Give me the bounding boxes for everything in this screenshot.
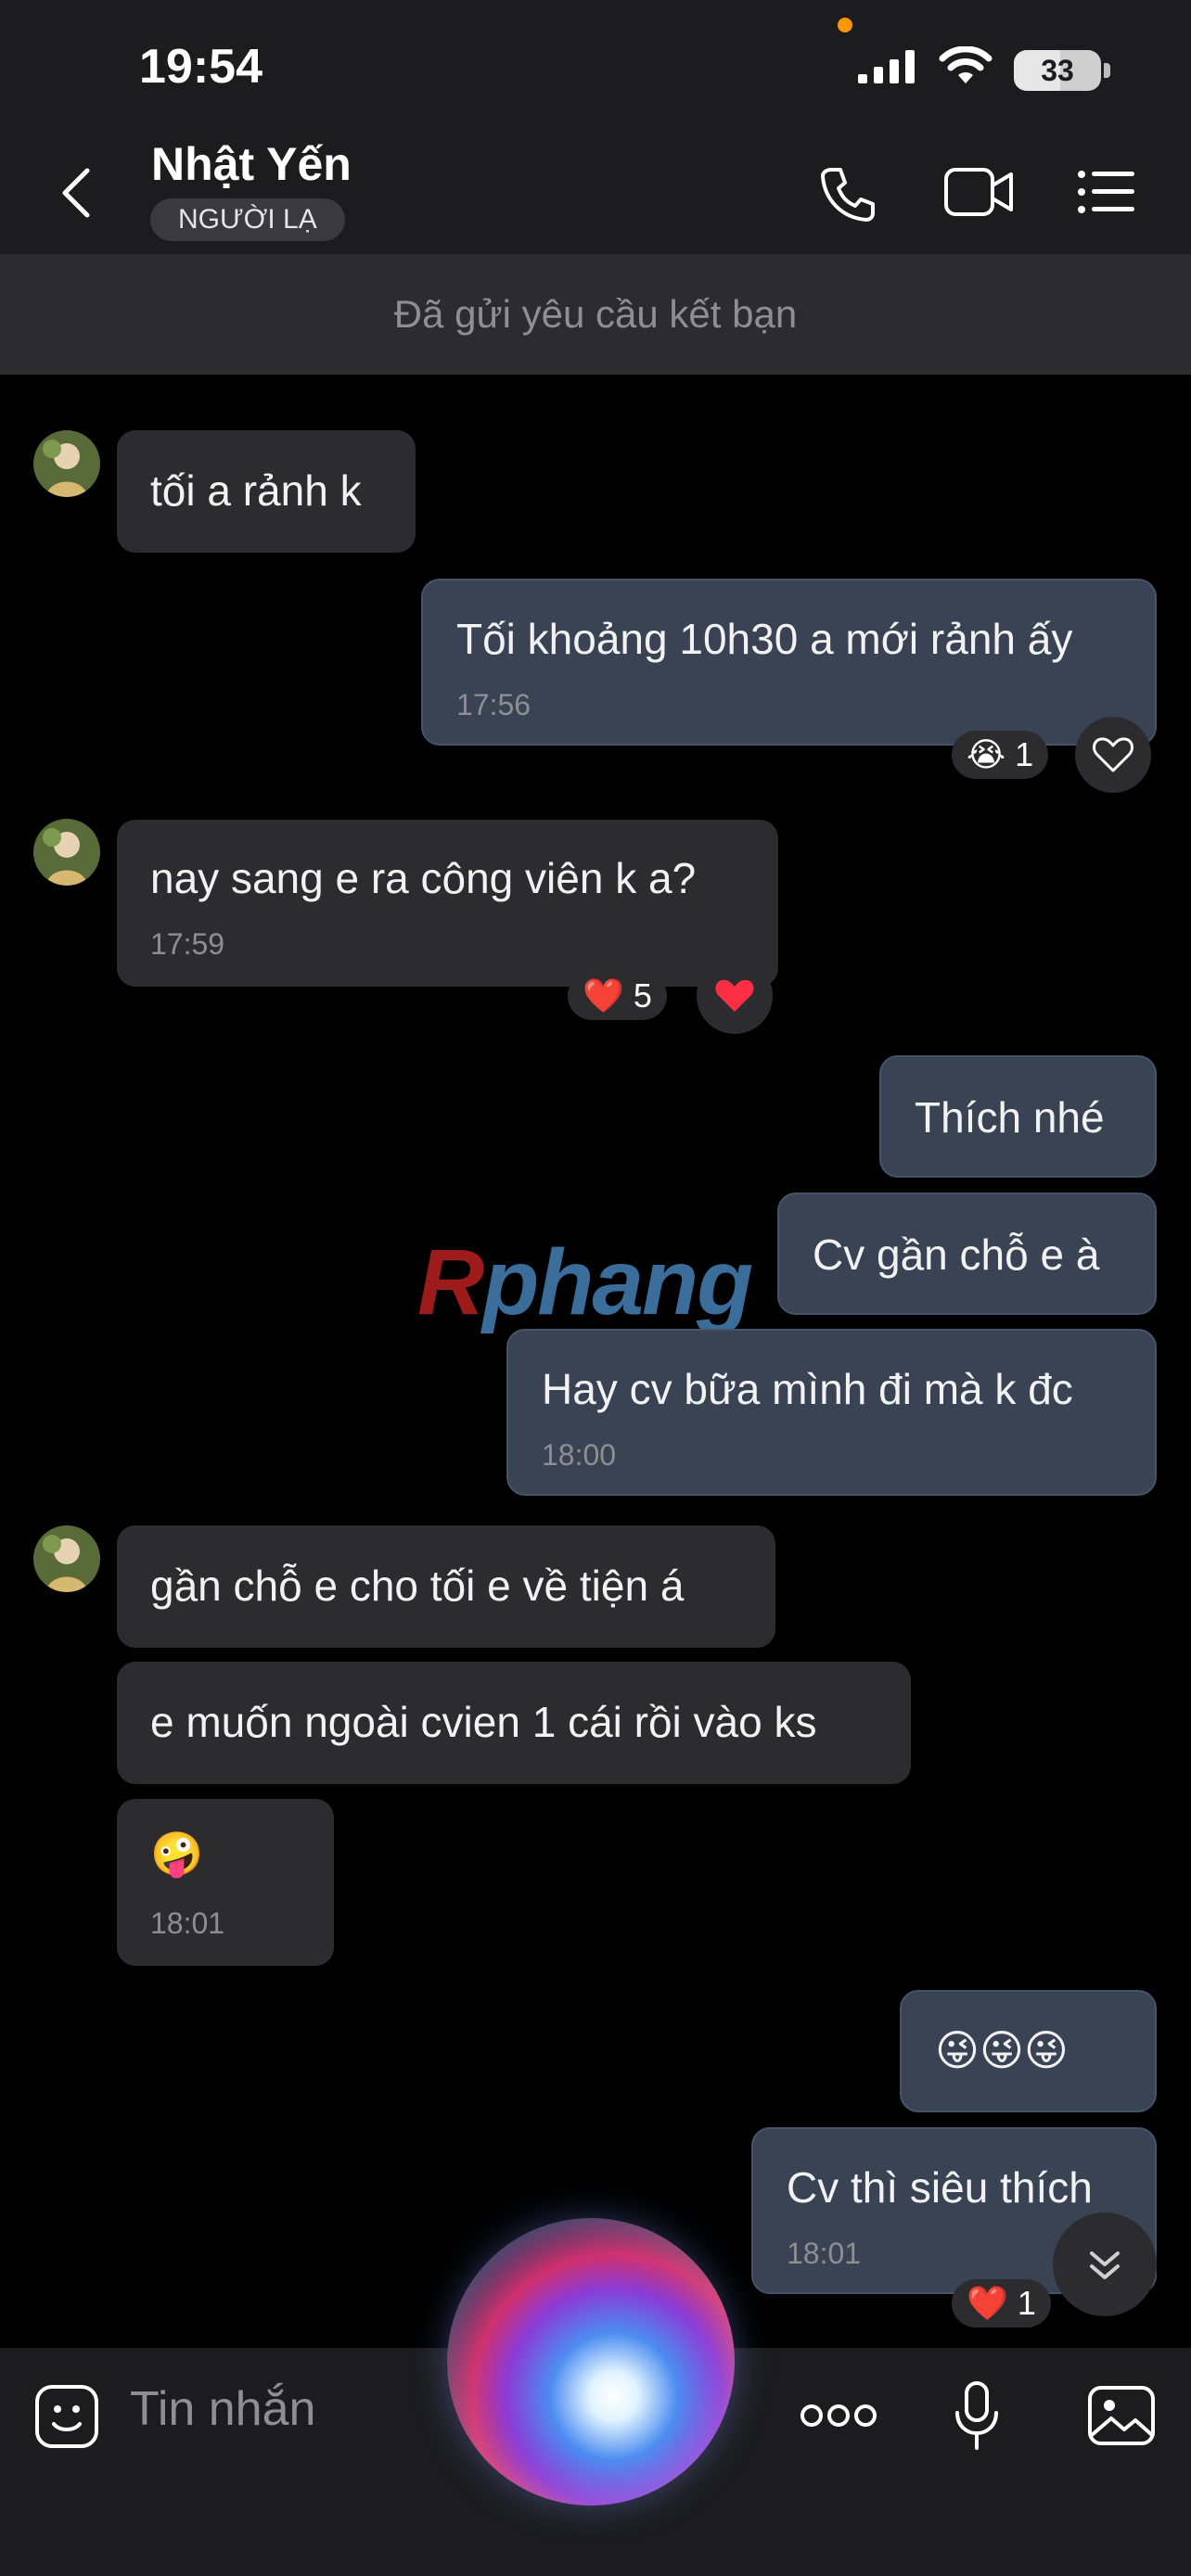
sticker-face-icon[interactable]: [33, 2383, 100, 2450]
reaction-summary[interactable]: ❤️ 1: [952, 2279, 1051, 2327]
message-bubble-outgoing[interactable]: 😜😜😜: [900, 1990, 1157, 2112]
contact-name[interactable]: Nhật Yến: [151, 137, 352, 191]
siri-orb: [447, 2218, 735, 2506]
message-bubble-incoming[interactable]: tối a rảnh k: [117, 430, 416, 553]
battery-icon: 33: [1014, 50, 1101, 91]
message-text: 🤪: [150, 1830, 204, 1878]
message-text: e muốn ngoài cvien 1 cái rồi vào ks: [150, 1698, 817, 1746]
reaction-emoji: ❤️: [967, 2284, 1008, 2322]
message-text: tối a rảnh k: [150, 466, 362, 515]
message-time: 18:01: [150, 1906, 225, 1940]
message-text: Tối khoảng 10h30 a mới rảnh ấy: [456, 615, 1073, 663]
avatar[interactable]: [33, 430, 100, 497]
microphone-icon[interactable]: [952, 2379, 1002, 2452]
message-input[interactable]: Tin nhắn: [130, 2381, 315, 2437]
video-camera-icon[interactable]: [943, 165, 1014, 219]
message-bubble-outgoing[interactable]: Hay cv bữa mình đi mà k đc 18:00: [506, 1329, 1157, 1496]
list-menu-icon[interactable]: [1077, 169, 1134, 215]
watermark-first-letter: R: [417, 1231, 484, 1334]
message-bubble-outgoing[interactable]: Thích nhé: [879, 1055, 1157, 1178]
avatar[interactable]: [33, 819, 100, 886]
cellular-signal-icon: [858, 50, 915, 83]
heart-filled-icon: [715, 979, 754, 1012]
message-text: 😜😜😜: [935, 2026, 1069, 2074]
message-text: nay sang e ra công viên k a?: [150, 854, 697, 902]
message-bubble-outgoing[interactable]: Tối khoảng 10h30 a mới rảnh ấy 17:56: [421, 579, 1157, 746]
message-time: 17:56: [456, 688, 531, 721]
message-time: 18:00: [542, 1438, 617, 1472]
privacy-indicator-dot: [838, 18, 852, 32]
message-text: Cv gần chỗ e à: [813, 1231, 1100, 1279]
stranger-badge: NGƯỜI LẠ: [150, 198, 345, 241]
message-text: Thích nhé: [915, 1093, 1105, 1141]
message-bubble-incoming[interactable]: nay sang e ra công viên k a? 17:59: [117, 820, 778, 987]
reaction-summary[interactable]: ❤️ 5: [568, 972, 667, 1020]
more-dots-icon[interactable]: [800, 2402, 877, 2429]
message-bubble-outgoing[interactable]: Cv gần chỗ e à: [777, 1192, 1157, 1315]
message-text: Hay cv bữa mình đi mà k đc: [542, 1365, 1073, 1413]
reaction-summary[interactable]: 😭 1: [952, 731, 1049, 779]
watermark-rest: phang: [482, 1231, 753, 1334]
image-gallery-icon[interactable]: [1087, 2385, 1156, 2446]
message-time: 18:01: [787, 2237, 862, 2270]
battery-level: 33: [1041, 54, 1074, 87]
phone-icon[interactable]: [818, 165, 877, 224]
reaction-emoji: ❤️: [583, 976, 624, 1014]
message-bubble-incoming[interactable]: gần chỗ e cho tối e về tiện á: [117, 1525, 775, 1648]
message-text: Cv thì siêu thích: [787, 2163, 1093, 2212]
watermark: Rphang: [417, 1230, 753, 1336]
reaction-count: 1: [1015, 735, 1034, 773]
wifi-icon: [939, 46, 992, 83]
scroll-to-bottom-button[interactable]: [1053, 2213, 1157, 2316]
reaction-count: 1: [1017, 2284, 1036, 2322]
add-reaction-button[interactable]: [697, 958, 773, 1034]
battery-nub: [1104, 63, 1110, 78]
message-bubble-incoming[interactable]: e muốn ngoài cvien 1 cái rồi vào ks: [117, 1662, 911, 1784]
reaction-count: 5: [633, 976, 652, 1014]
double-chevron-down-icon: [1090, 2251, 1120, 2279]
avatar[interactable]: [33, 1525, 100, 1592]
add-reaction-button[interactable]: [1075, 717, 1151, 793]
message-time: 17:59: [150, 927, 225, 961]
reaction-emoji: 😭: [967, 735, 1006, 773]
heart-outline-icon: [1093, 737, 1133, 772]
status-time: 19:54: [139, 40, 263, 94]
message-bubble-incoming[interactable]: 🤪 18:01: [117, 1799, 334, 1966]
friend-request-banner-text: Đã gửi yêu cầu kết bạn: [393, 292, 798, 336]
chevron-left-icon[interactable]: [58, 165, 95, 221]
message-text: gần chỗ e cho tối e về tiện á: [150, 1562, 685, 1610]
